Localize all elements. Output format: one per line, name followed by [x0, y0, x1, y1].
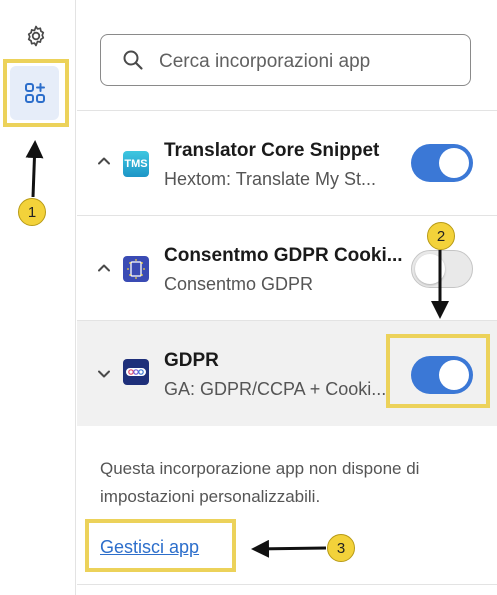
translator-logo-text: TMS: [124, 158, 148, 170]
translator-logo: TMS: [123, 151, 149, 177]
search-field[interactable]: Cerca incorporazioni app: [100, 34, 471, 86]
chevron-down-icon[interactable]: [96, 366, 112, 382]
search-icon: [123, 50, 143, 70]
settings-button[interactable]: [19, 19, 53, 53]
gdpr-toggle[interactable]: [411, 356, 473, 394]
gear-icon: [27, 25, 45, 47]
step-badge-2: 2: [427, 222, 455, 250]
app-embed-icon: [24, 83, 45, 103]
consentmo-logo: [123, 256, 149, 282]
translator-toggle[interactable]: [411, 144, 473, 182]
chevron-up-icon[interactable]: [96, 260, 112, 276]
toggle-knob: [439, 148, 469, 178]
step-badge-1: 1: [18, 198, 46, 226]
app-title: Translator Core Snippet: [164, 140, 380, 161]
app-subtitle: Hextom: Translate My St...: [164, 169, 377, 189]
app-title: GDPR: [164, 350, 219, 371]
divider: [77, 584, 497, 585]
toggle-knob: [439, 360, 469, 390]
arrow-to-manage-link: [251, 539, 327, 558]
gdpr-logo: [123, 359, 149, 385]
app-embeds-button[interactable]: [10, 66, 59, 120]
step-badge-3: 3: [327, 534, 355, 562]
app-subtitle: Consentmo GDPR: [164, 274, 314, 294]
search-placeholder: Cerca incorporazioni app: [159, 51, 371, 72]
chevron-up-icon[interactable]: [96, 153, 112, 169]
sidebar-rail: [0, 0, 76, 595]
app-embed-row-gdpr: GDPR GA: GDPR/CCPA + Cooki...: [77, 321, 497, 426]
embed-description: Questa incorporazione app non dispone di…: [100, 459, 420, 506]
consentmo-toggle[interactable]: [411, 250, 473, 288]
app-embed-row-translator: TMS Translator Core Snippet Hextom: Tran…: [77, 111, 497, 215]
app-title: Consentmo GDPR Cooki...: [164, 245, 403, 266]
app-subtitle: GA: GDPR/CCPA + Cooki...: [164, 379, 387, 399]
toggle-knob: [415, 254, 445, 284]
manage-app-link[interactable]: Gestisci app: [100, 537, 199, 558]
